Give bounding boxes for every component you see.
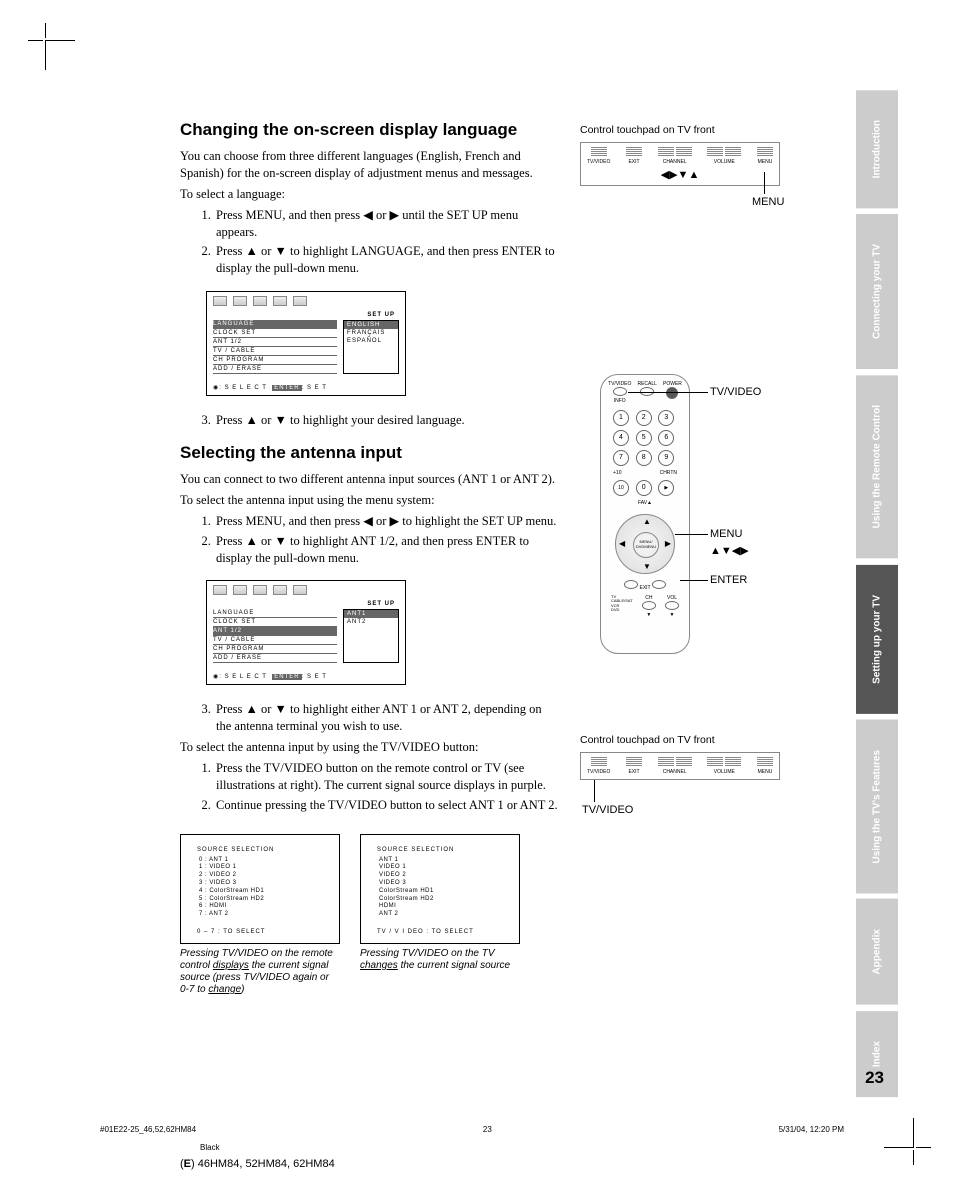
tab-features: Using the TV's Features (856, 720, 898, 894)
side-tabs: Introduction Connecting your TV Using th… (856, 90, 898, 1103)
remote-label-tvvideo: TV/VIDEO (710, 386, 761, 398)
source-selection-remote: SOURCE SELECTION 0 : ANT 1 1 : VIDEO 1 2… (180, 834, 340, 944)
caption-src-tv: Pressing TV/VIDEO on the TV changes the … (360, 948, 520, 972)
remote-label-arrows: ▲▼◀▶ (710, 544, 749, 557)
tab-remote: Using the Remote Control (856, 375, 898, 558)
step: Press the TV/VIDEO button on the remote … (214, 760, 560, 794)
remote-diagram: TV/VIDEOINFO RECALL POWER 123 456 789 +1… (600, 374, 690, 654)
source-selection-tv: SOURCE SELECTION ANT 1 VIDEO 1 VIDEO 2 V… (360, 834, 520, 944)
touchpad-caption-2: Control touchpad on TV front (580, 734, 860, 746)
tab-setting-up: Setting up your TV (856, 565, 898, 714)
tab-introduction: Introduction (856, 90, 898, 208)
step: Press ▲ or ▼ to highlight ANT 1/2, and t… (214, 533, 560, 567)
osd-setup-language: SET UP LANGUAGE CLOCK SET ANT 1/2 TV / C… (206, 291, 406, 396)
tvvideo-label: TV/VIDEO (582, 804, 633, 816)
page-number: 23 (865, 1068, 884, 1088)
touchpad-diagram-2: TV/VIDEO EXIT CHANNEL VOLUME MENU (580, 752, 780, 780)
step: Press MENU, and then press ◀ or ▶ until … (214, 207, 560, 241)
tab-appendix: Appendix (856, 899, 898, 1005)
footer-black: Black (200, 1143, 220, 1152)
lead-language: To select a language: (180, 186, 560, 203)
step: Press MENU, and then press ◀ or ▶ to hig… (214, 513, 560, 530)
step: Press ▲ or ▼ to highlight either ANT 1 o… (214, 701, 560, 735)
osd-setup-ant: SET UP LANGUAGE CLOCK SET ANT 1/2 TV / C… (206, 580, 406, 685)
heading-antenna: Selecting the antenna input (180, 443, 560, 463)
intro-language: You can choose from three different lang… (180, 148, 560, 182)
intro-antenna: You can connect to two different antenna… (180, 471, 560, 488)
remote-label-menu: MENU (710, 528, 742, 540)
caption-src-remote: Pressing TV/VIDEO on the remote control … (180, 948, 340, 996)
heading-language: Changing the on-screen display language (180, 120, 560, 140)
step: Continue pressing the TV/VIDEO button to… (214, 797, 560, 814)
menu-label: MENU (752, 196, 784, 208)
tab-connecting: Connecting your TV (856, 214, 898, 369)
footer-meta: #01E22-25_46,52,62HM84 23 5/31/04, 12:20… (90, 1125, 894, 1134)
step: Press ▲ or ▼ to highlight your desired l… (214, 412, 560, 429)
touchpad-diagram: TV/VIDEO EXIT CHANNEL VOLUME MENU ◀▶▼▲ (580, 142, 780, 186)
lead-antenna-b: To select the antenna input by using the… (180, 739, 560, 756)
lead-antenna: To select the antenna input using the me… (180, 492, 560, 509)
model-line: (E) 46HM84, 52HM84, 62HM84 (180, 1158, 335, 1170)
step: Press ▲ or ▼ to highlight LANGUAGE, and … (214, 243, 560, 277)
touchpad-caption: Control touchpad on TV front (580, 124, 860, 136)
remote-label-enter: ENTER (710, 574, 747, 586)
